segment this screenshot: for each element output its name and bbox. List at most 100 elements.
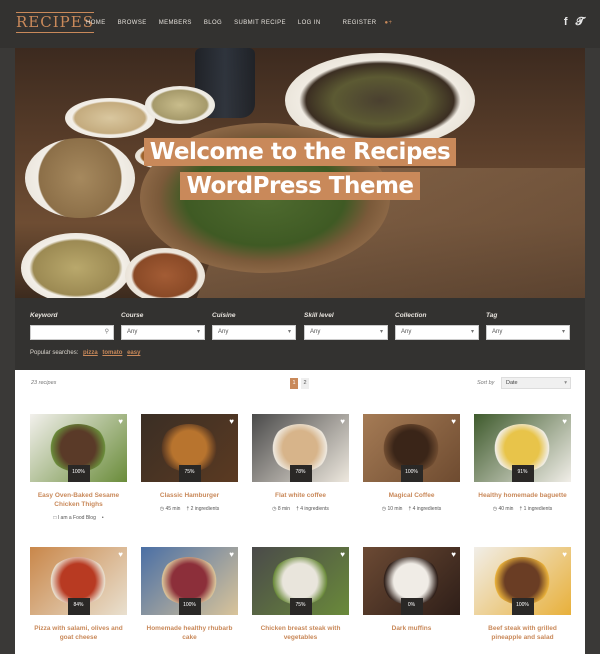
heart-icon[interactable]: ♥ [451,417,456,426]
rating-badge: 75% [178,465,201,482]
recipe-image[interactable]: ♥ 75% [141,414,238,482]
recipe-image[interactable]: ♥ 84% [30,547,127,615]
recipe-ingredients: † 4 ingredients [296,506,329,512]
recipe-card[interactable]: ♥ 75% Classic Hamburger ◷ 45 min † 2 ingredi… [141,414,238,512]
recipe-image[interactable]: ♥ 100% [474,547,571,615]
recipe-card[interactable]: ♥ 78% Flat white coffee ◷ 8 min † 4 ingredie… [252,414,349,512]
recipe-title[interactable]: Pizza with salami, olives and goat chees… [30,624,127,642]
search-icon[interactable]: ⚲ [105,326,109,339]
recipe-card[interactable]: ♥ 84% Pizza with salami, olives and goat c… [30,547,127,642]
recipe-card[interactable]: ♥ 100% Beef steak with grilled pineapple a… [474,547,571,642]
recipe-title[interactable]: Flat white coffee [252,491,349,500]
heart-icon[interactable]: ♥ [118,417,123,426]
popular-searches-label: Popular searches: [30,350,79,356]
recipe-title[interactable]: Easy Oven-Baked Sesame Chicken Thighs [30,491,127,509]
hero-banner: Welcome to the Recipes WordPress Theme [15,48,585,298]
heart-icon[interactable]: ♥ [118,550,123,559]
tag-select[interactable]: Any ▾ [486,325,570,340]
rating-badge: 100% [67,465,90,482]
rating-badge: 100% [400,465,423,482]
course-select[interactable]: Any ▾ [121,325,205,340]
twitter-icon[interactable]: 𝓣 [576,16,584,29]
recipe-card[interactable]: ♥ 100% Homemade healthy rhubarb cake [141,547,238,642]
recipe-time: ◷ 45 min [159,506,181,512]
hero-dip-bowl [65,98,155,138]
recipe-title[interactable]: Magical Coffee [363,491,460,500]
user-add-icon: ●+ [384,20,393,26]
recipe-image[interactable]: ♥ 78% [252,414,349,482]
page: RECIPES HOME BROWSE MEMBERS BLOG SUBMIT … [0,0,600,654]
recipe-ingredients: † 4 ingredients [408,506,442,512]
recipe-title[interactable]: Healthy homemade baguette [474,491,571,500]
hero-title: Welcome to the Recipes WordPress Theme [15,138,585,206]
collection-label: Collection [395,312,427,319]
sort-select[interactable]: Date ▾ [501,377,571,389]
chevron-down-icon: ▾ [564,380,567,386]
skill-level-select[interactable]: Any ▾ [304,325,388,340]
keyword-input[interactable]: ⚲ [30,325,114,340]
recipe-card[interactable]: ♥ 75% Chicken breast steak with vegetables [252,547,349,642]
nav-register[interactable]: REGISTER ●+ [337,20,405,26]
nav-members[interactable]: MEMBERS [153,20,198,26]
nav-home[interactable]: HOME [80,20,112,26]
nav-register-label: REGISTER [342,20,377,26]
social-links: f 𝓣 [564,16,584,29]
recipe-image[interactable]: ♥ 0% [363,547,460,615]
facebook-icon[interactable]: f [564,16,568,29]
recipe-title[interactable]: Beef steak with grilled pineapple and sa… [474,624,571,642]
recipe-meta: ◷ 8 min † 4 ingredients [252,506,349,512]
cuisine-label: Cuisine [212,312,236,319]
recipe-image[interactable]: ♥ 91% [474,414,571,482]
heart-icon[interactable]: ♥ [229,550,234,559]
recipe-title[interactable]: Dark muffins [363,624,460,633]
nav-submit-recipe[interactable]: SUBMIT RECIPE [228,20,292,26]
page-1-button[interactable]: 1 [290,378,298,389]
recipe-meta: ◷ 40 min † 1 ingredients [474,506,571,512]
popular-searches: Popular searches: pizza tomato easy [30,350,140,356]
cuisine-select[interactable]: Any ▾ [212,325,296,340]
recipe-ingredients: † 2 ingredients [186,506,220,512]
rating-badge: 84% [67,598,90,615]
heart-icon[interactable]: ♥ [562,550,567,559]
recipe-image[interactable]: ♥ 75% [252,547,349,615]
recipe-title[interactable]: Chicken breast steak with vegetables [252,624,349,642]
hero-meat-bowl [125,248,205,298]
keyword-label: Keyword [30,312,58,319]
recipe-title[interactable]: Homemade healthy rhubarb cake [141,624,238,642]
keyword-field: Keyword ⚲ [30,312,114,340]
recipe-time: ◷ 40 min [492,506,514,512]
nav-blog[interactable]: BLOG [198,20,228,26]
heart-icon[interactable]: ♥ [340,550,345,559]
recipe-title[interactable]: Classic Hamburger [141,491,238,500]
popular-link-tomato[interactable]: tomato [102,350,122,356]
recipe-author[interactable]: □ I am a Food Blog [53,515,96,521]
recipe-image[interactable]: ♥ 100% [141,547,238,615]
recipe-card[interactable]: ♥ 100% Magical Coffee ◷ 10 min † 4 ingredien… [363,414,460,512]
popular-link-easy[interactable]: easy [127,350,140,356]
nav-browse[interactable]: BROWSE [112,20,153,26]
chevron-down-icon: ▾ [379,329,383,335]
recipe-image[interactable]: ♥ 100% [363,414,460,482]
chevron-down-icon: ▾ [287,329,291,335]
sort-label: Sort by [477,380,495,386]
course-label: Course [121,312,144,319]
rating-badge: 75% [289,598,312,615]
recipe-time: ◷ 10 min [381,506,403,512]
hero-dip-bowl-2 [145,86,215,124]
heart-icon[interactable]: ♥ [340,417,345,426]
recipe-card[interactable]: ♥ 100% Easy Oven-Baked Sesame Chicken Thig… [30,414,127,521]
heart-icon[interactable]: ♥ [229,417,234,426]
recipe-meta: □ I am a Food Blog • [30,515,127,521]
heart-icon[interactable]: ♥ [562,417,567,426]
nav-log-in[interactable]: LOG IN [292,20,327,26]
page-2-button[interactable]: 2 [301,378,309,389]
more-icon: • [101,515,104,521]
collection-select[interactable]: Any ▾ [395,325,479,340]
recipe-image[interactable]: ♥ 100% [30,414,127,482]
hero-title-line-2: WordPress Theme [180,172,420,200]
popular-link-pizza[interactable]: pizza [83,350,98,356]
heart-icon[interactable]: ♥ [451,550,456,559]
rating-badge: 100% [511,598,534,615]
recipe-card[interactable]: ♥ 91% Healthy homemade baguette ◷ 40 min † 1… [474,414,571,512]
recipe-card[interactable]: ♥ 0% Dark muffins [363,547,460,633]
